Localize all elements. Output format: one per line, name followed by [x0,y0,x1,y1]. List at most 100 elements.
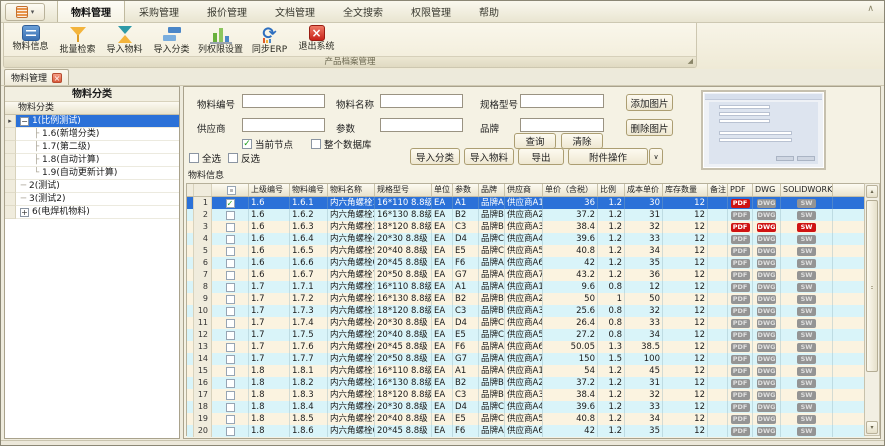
sw-badge[interactable]: SW [797,343,816,352]
pdf-badge[interactable]: PDF [731,271,750,280]
pdf-badge[interactable]: PDF [731,247,750,256]
cell-dwg[interactable]: DWG [753,245,781,257]
cell-sw[interactable]: SW [781,293,833,305]
cell-dwg[interactable]: DWG [753,317,781,329]
cell-sw[interactable]: SW [781,377,833,389]
pdf-badge[interactable]: PDF [731,427,750,436]
export-button[interactable]: 导出 [518,148,564,165]
dwg-badge[interactable]: DWG [757,367,777,376]
sw-badge[interactable]: SW [797,223,816,232]
sw-badge[interactable]: SW [797,331,816,340]
ribbon-button-import-material-hourglass[interactable]: 导入物料 [101,23,148,55]
delete-image-button[interactable]: 删除图片 [626,119,673,136]
cell-pdf[interactable]: PDF [728,425,753,437]
table-row[interactable]: 1✓1.61.6.1内六角螺栓116*110 8.8级EAA1品牌A供应商A13… [187,197,865,209]
cell-sw[interactable]: SW [781,317,833,329]
cell-sw[interactable]: SW [781,281,833,293]
dwg-badge[interactable]: DWG [757,283,777,292]
cell-sw[interactable]: SW [781,341,833,353]
dwg-badge[interactable]: DWG [757,427,777,436]
dwg-badge[interactable]: DWG [757,223,777,232]
row-checkbox-cell[interactable] [212,305,249,317]
row-checkbox-cell[interactable] [212,269,249,281]
row-checkbox[interactable] [226,391,235,400]
ribbon-collapse-icon[interactable]: ∧ [867,4,874,14]
tree-node-1[interactable]: ▸−1(比例测试) [5,115,179,128]
ribbon-tab-4[interactable]: 文档管理 [261,0,329,22]
sw-badge[interactable]: SW [797,259,816,268]
tree-node-6[interactable]: ─2(测试) [5,180,179,193]
row-checkbox[interactable] [226,295,235,304]
cell-sw[interactable]: SW [781,233,833,245]
cell-sw[interactable]: SW [781,305,833,317]
scrollbar-thumb[interactable] [866,200,878,372]
dwg-badge[interactable]: DWG [757,343,777,352]
dwg-badge[interactable]: DWG [757,331,777,340]
ribbon-tab-7[interactable]: 帮助 [465,0,513,22]
row-checkbox[interactable] [226,331,235,340]
row-checkbox[interactable] [226,235,235,244]
sw-badge[interactable]: SW [797,235,816,244]
group-dialog-launcher-icon[interactable]: ◢ [688,57,693,66]
parameter-input[interactable] [380,118,463,132]
ribbon-tab-6[interactable]: 权限管理 [397,0,465,22]
cell-dwg[interactable]: DWG [753,413,781,425]
row-checkbox-cell[interactable] [212,353,249,365]
row-checkbox[interactable] [226,271,235,280]
dwg-badge[interactable]: DWG [757,403,777,412]
row-checkbox[interactable] [226,307,235,316]
sw-badge[interactable]: SW [797,295,816,304]
grid-column-header-12[interactable]: 库存数量 [663,184,708,196]
cell-sw[interactable]: SW [781,389,833,401]
cell-pdf[interactable]: PDF [728,329,753,341]
table-row[interactable]: 81.71.7.1内六角螺栓116*110 8.8级EAA1品牌A供应商A19.… [187,281,865,293]
ribbon-button-material-info[interactable]: 物料信息 [7,23,54,52]
dwg-badge[interactable]: DWG [757,379,777,388]
cell-sw[interactable]: SW [781,269,833,281]
table-row[interactable]: 101.71.7.3内六角螺栓318*120 8.8级EAC3品牌B供应商A32… [187,305,865,317]
material-code-input[interactable] [242,94,325,108]
cell-sw[interactable]: SW [781,365,833,377]
cell-pdf[interactable]: PDF [728,269,753,281]
grid-column-header-4[interactable]: 规格型号 [375,184,432,196]
table-row[interactable]: 31.61.6.3内六角螺栓318*120 8.8级EAC3品牌B供应商A338… [187,221,865,233]
pdf-badge[interactable]: PDF [731,331,750,340]
table-row[interactable]: 91.71.7.2内六角螺栓216*130 8.8级EAB2品牌B供应商A250… [187,293,865,305]
expand-plus-icon[interactable]: + [20,208,29,217]
import-category-button[interactable]: 导入分类 [410,148,460,165]
sw-badge[interactable]: SW [797,271,816,280]
sw-badge[interactable]: SW [797,307,816,316]
sw-badge[interactable]: SW [797,355,816,364]
cell-dwg[interactable]: DWG [753,425,781,437]
cell-sw[interactable]: SW [781,257,833,269]
pdf-badge[interactable]: PDF [731,403,750,412]
ribbon-button-exit-system[interactable]: ×退出系统 [293,23,340,52]
attachment-ops-button[interactable]: 附件操作 [568,148,648,165]
cell-sw[interactable]: SW [781,425,833,437]
pdf-badge[interactable]: PDF [731,199,750,208]
cell-pdf[interactable]: PDF [728,317,753,329]
pdf-badge[interactable]: PDF [731,259,750,268]
grid-column-header-2[interactable]: 物料编号 [290,184,328,196]
dwg-badge[interactable]: DWG [757,415,777,424]
row-checkbox-cell[interactable] [212,341,249,353]
dwg-badge[interactable]: DWG [757,235,777,244]
row-checkbox-cell[interactable] [212,365,249,377]
row-checkbox[interactable] [226,259,235,268]
table-row[interactable]: 51.61.6.5内六角螺栓520*40 8.8级EAE5品牌C供应商A540.… [187,245,865,257]
dwg-badge[interactable]: DWG [757,355,777,364]
pdf-badge[interactable]: PDF [731,283,750,292]
cell-dwg[interactable]: DWG [753,281,781,293]
cell-dwg[interactable]: DWG [753,197,781,209]
pdf-badge[interactable]: PDF [731,295,750,304]
row-checkbox-cell[interactable] [212,209,249,221]
grid-column-header-13[interactable]: 备注 [708,184,728,196]
row-checkbox-cell[interactable]: ✓ [212,197,249,209]
row-checkbox-cell[interactable] [212,317,249,329]
row-checkbox-cell[interactable] [212,401,249,413]
pdf-badge[interactable]: PDF [731,211,750,220]
query-button[interactable]: 查询 [514,133,556,149]
supplier-input[interactable] [242,118,325,132]
sw-badge[interactable]: SW [797,199,816,208]
grid-column-header-5[interactable]: 单位 [432,184,453,196]
